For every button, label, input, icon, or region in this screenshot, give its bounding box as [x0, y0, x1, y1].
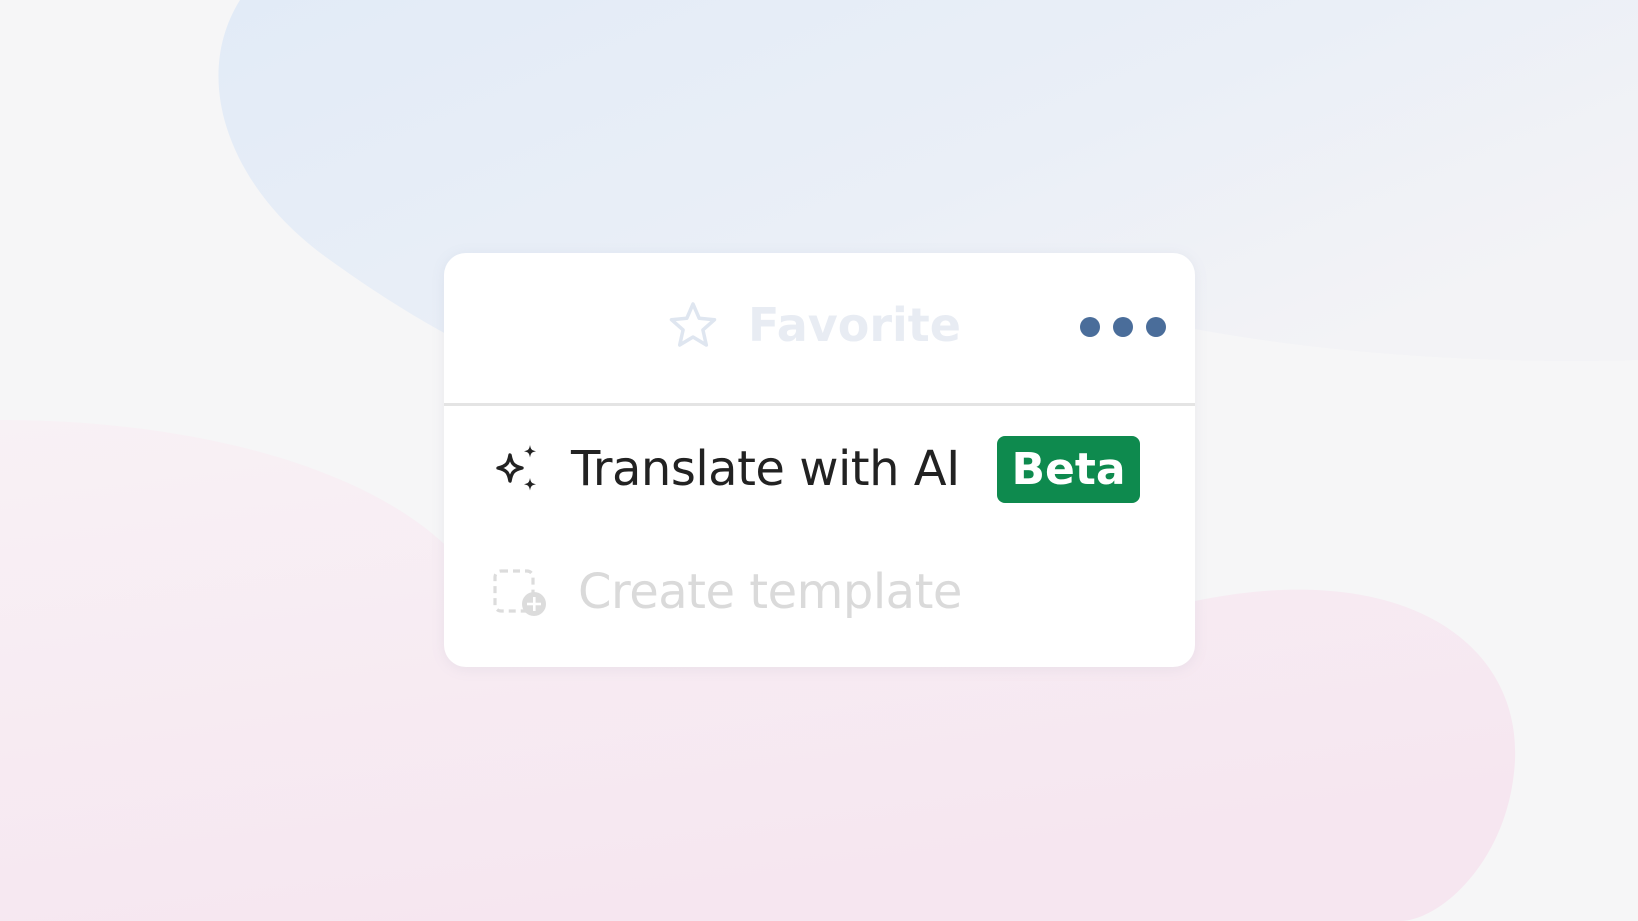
- sparkle-icon: [492, 443, 544, 495]
- more-dots-icon: [1080, 317, 1100, 337]
- more-dots-icon: [1146, 317, 1166, 337]
- menu-header: Favorite: [444, 253, 1195, 403]
- create-template-label: Create template: [578, 564, 962, 620]
- create-template-icon: [492, 566, 550, 620]
- beta-badge: Beta: [997, 436, 1140, 503]
- translate-with-ai-item[interactable]: Translate with AI Beta: [444, 413, 1195, 523]
- menu-divider: [444, 403, 1195, 406]
- star-icon[interactable]: [666, 299, 720, 353]
- favorite-label[interactable]: Favorite: [748, 295, 961, 355]
- create-template-item[interactable]: Create template: [444, 538, 1195, 648]
- more-dots-icon: [1113, 317, 1133, 337]
- translate-with-ai-label: Translate with AI: [571, 441, 960, 497]
- more-options-button[interactable]: [1080, 305, 1166, 349]
- context-menu: Favorite Translate with AI Beta Create t…: [444, 253, 1195, 667]
